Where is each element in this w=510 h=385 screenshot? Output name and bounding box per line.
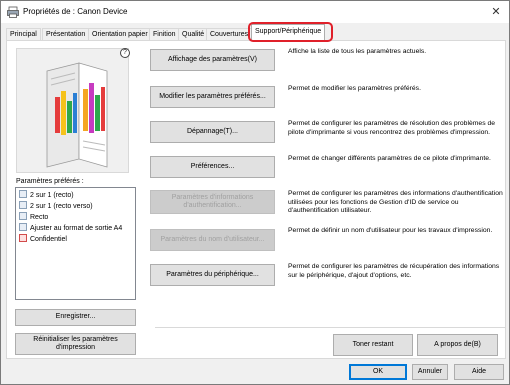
tab-finition[interactable]: Finition: [149, 28, 180, 40]
user-name-settings-description: Permet de définir un nom d'utilisateur p…: [288, 227, 493, 234]
page-icon: [19, 190, 27, 198]
preferences-button[interactable]: Préférences...: [150, 156, 275, 178]
confidential-icon: [19, 234, 27, 242]
help-icon[interactable]: ?: [120, 48, 130, 58]
edit-favorites-description: Permet de modifier les paramètres préfér…: [288, 85, 421, 92]
tab-presentation[interactable]: Présentation: [42, 28, 90, 40]
device-settings-description: Permet de configurer les paramètres de r…: [288, 263, 500, 279]
ok-button[interactable]: OK: [349, 364, 407, 380]
view-settings-button[interactable]: Affichage des paramètres(V): [150, 49, 275, 71]
tab-highlight-frame: [248, 22, 333, 42]
reset-settings-button[interactable]: Réinitialiser les paramètres d'impressio…: [15, 333, 136, 355]
user-name-settings-button[interactable]: Paramètres du nom d'utilisateur...: [150, 229, 275, 251]
print-preview: [16, 48, 129, 173]
help-button[interactable]: Aide: [454, 364, 504, 380]
cancel-button[interactable]: Annuler: [412, 364, 448, 380]
device-settings-button[interactable]: Paramètres du périphérique...: [150, 264, 275, 286]
window-title: Propriétés de : Canon Device: [23, 7, 128, 16]
printer-icon: [7, 6, 19, 18]
list-item[interactable]: Ajuster au format de sortie A4: [19, 223, 122, 234]
page-icon: [19, 223, 27, 231]
troubleshooting-button[interactable]: Dépannage(T)...: [150, 121, 275, 143]
favorites-label: Paramètres préférés :: [16, 178, 84, 185]
about-button[interactable]: A propos de(B): [417, 334, 498, 356]
tab-couvertures[interactable]: Couvertures: [206, 28, 253, 40]
list-item[interactable]: 2 sur 1 (recto verso): [19, 201, 93, 212]
tab-qualite[interactable]: Qualité: [178, 28, 209, 40]
authentication-settings-description: Permet de configurer les paramètres des …: [288, 190, 503, 214]
divider: [155, 327, 505, 328]
document-preview-image: [46, 62, 108, 168]
edit-favorites-button[interactable]: Modifier les paramètres préférés...: [150, 86, 275, 108]
tab-panel: ? Paramètres préférés : 2 sur 1 (recto) …: [6, 40, 506, 359]
troubleshooting-description: Permet de configurer les paramètres de r…: [288, 120, 496, 136]
preferences-description: Permet de changer différents paramètres …: [288, 155, 491, 162]
tab-orientation-papier[interactable]: Orientation papier: [88, 28, 152, 40]
toner-remaining-button[interactable]: Toner restant: [333, 334, 413, 356]
list-item[interactable]: Confidentiel: [19, 234, 67, 245]
save-favorite-button[interactable]: Enregistrer...: [15, 309, 136, 326]
favorites-list[interactable]: 2 sur 1 (recto) 2 sur 1 (recto verso) Re…: [15, 187, 136, 300]
page-icon: [19, 201, 27, 209]
title-bar: Propriétés de : Canon Device ✕: [1, 1, 509, 23]
printer-properties-dialog: Propriétés de : Canon Device ✕ Principal…: [0, 0, 510, 385]
page-icon: [19, 212, 27, 220]
list-item[interactable]: 2 sur 1 (recto): [19, 190, 74, 201]
list-item[interactable]: Recto: [19, 212, 48, 223]
view-settings-description: Affiche la liste de tous les paramètres …: [288, 48, 427, 55]
authentication-settings-button[interactable]: Paramètres d'informations d'authentifica…: [150, 190, 275, 214]
close-icon[interactable]: ✕: [487, 3, 505, 21]
tab-principal[interactable]: Principal: [6, 28, 41, 40]
